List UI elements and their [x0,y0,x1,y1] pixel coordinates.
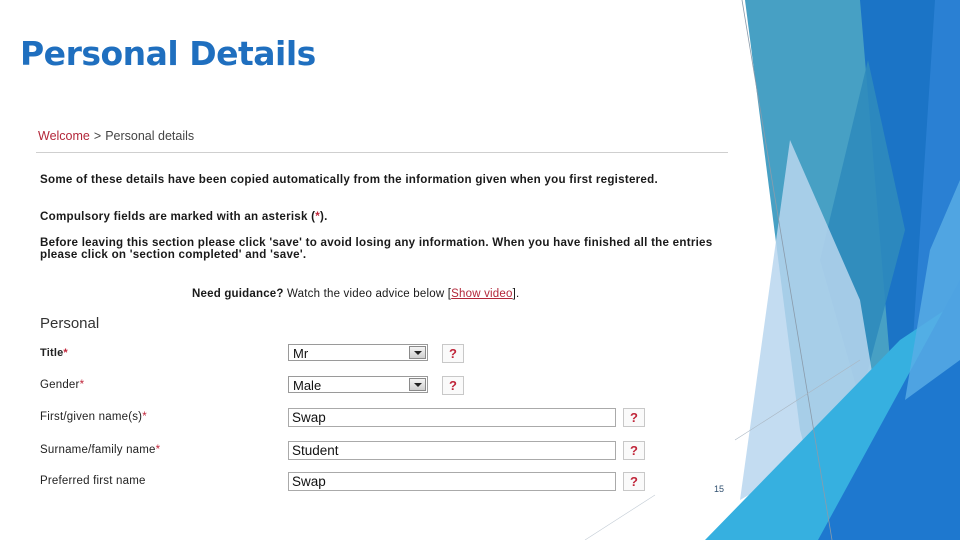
field-row-surname: Surname/family name* ? [30,441,730,463]
label-text: Title [40,347,64,359]
personal-details-form-screenshot: Welcome > Personal details Some of these d… [30,122,730,502]
intro-copied-notice: Some of these details have been copied a… [40,173,658,186]
label-text: Surname/family name [40,444,156,456]
field-label-preferred-name: Preferred first name [40,475,146,487]
intro-save-notice: Before leaving this section please click… [40,236,713,261]
title-help-button[interactable]: ? [442,344,464,363]
dropdown-arrow-icon[interactable] [409,378,426,391]
field-row-preferred-name: Preferred first name ? [30,472,730,494]
field-row-first-name: First/given name(s)* ? [30,408,730,430]
slide-number: 15 [714,484,725,494]
field-label-gender: Gender* [40,379,84,391]
compulsory-text: Compulsory fields are marked with an ast… [40,210,316,223]
breadcrumb-divider [36,152,728,153]
breadcrumb-current: Personal details [105,129,195,143]
required-star: * [63,347,68,359]
field-row-gender: Gender* Male ? [30,376,730,398]
preferred-name-input[interactable] [288,472,616,491]
intro-compulsory-notice: Compulsory fields are marked with an ast… [40,211,730,223]
gender-select-value: Male [293,378,322,393]
compulsory-text-end: ). [320,210,328,223]
field-label-surname: Surname/family name* [40,444,160,456]
slide-title: Personal Details [20,34,316,73]
breadcrumb-separator: > [93,129,102,143]
label-text: Preferred first name [40,475,146,487]
section-heading-personal: Personal [40,315,100,332]
surname-help-button[interactable]: ? [623,441,645,460]
breadcrumb-welcome-link[interactable]: Welcome [38,129,90,143]
label-text: Gender [40,379,80,391]
title-select[interactable]: Mr [288,344,428,361]
bracket-close: ]. [512,288,520,300]
first-name-help-button[interactable]: ? [623,408,645,427]
gender-help-button[interactable]: ? [442,376,464,395]
slide: Personal Details Welcome > Personal detail… [0,0,960,540]
dropdown-arrow-icon[interactable] [409,346,426,359]
guidance-question: Need guidance? [192,288,284,300]
title-select-value: Mr [293,346,309,361]
field-row-title: Title* Mr ? [30,344,730,366]
preferred-name-help-button[interactable]: ? [623,472,645,491]
breadcrumb: Welcome > Personal details [38,129,194,143]
label-text: First/given name(s) [40,411,143,423]
surname-input[interactable] [288,441,616,460]
field-label-title: Title* [40,347,68,359]
show-video-link[interactable]: Show video [451,288,512,300]
guidance-text: Watch the video advice below [283,288,448,300]
gender-select[interactable]: Male [288,376,428,393]
required-star: * [155,444,161,456]
first-name-input[interactable] [288,408,616,427]
required-star: * [79,379,85,391]
required-star: * [142,411,147,423]
guidance-line: Need guidance? Watch the video advice be… [192,288,519,300]
field-label-first-name: First/given name(s)* [40,411,147,423]
